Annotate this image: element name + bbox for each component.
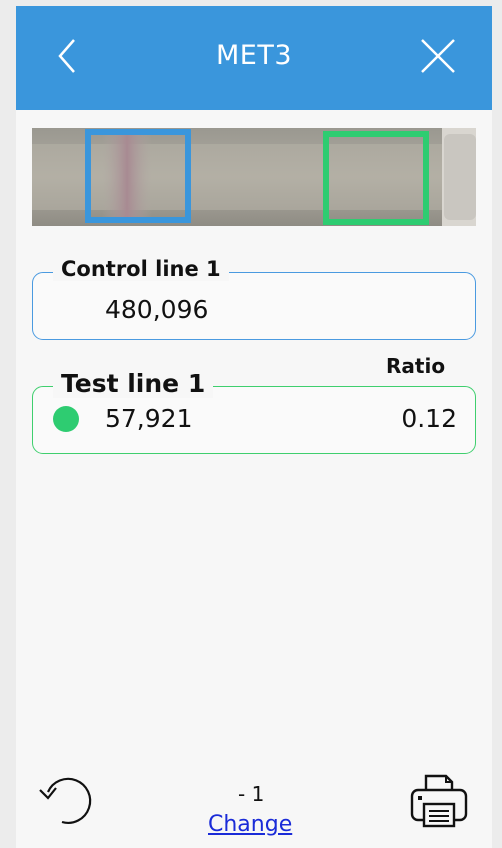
control-line-value: 480,096 [105,295,209,324]
refresh-icon [39,777,92,824]
status-dot-icon [53,406,79,432]
close-button[interactable] [418,36,458,76]
close-icon [421,39,455,73]
control-line-field: Control line 1 480,096 [32,257,476,340]
printer-icon [410,774,468,828]
change-link[interactable]: Change [208,812,292,837]
refresh-button[interactable] [36,768,98,830]
ratio-value: 0.12 [401,404,457,433]
header-bar: MET3 [16,6,492,110]
control-line-label: Control line 1 [53,257,229,281]
app-screen: MET3 Control line 1 480,096 Ratio Test l… [16,6,492,848]
print-button[interactable] [408,770,470,832]
test-line-field: Test line 1 57,921 0.12 [32,369,476,454]
test-strip-image [32,128,476,226]
test-line-value: 57,921 [105,404,193,433]
ratio-header: Ratio [386,354,446,378]
test-line-label: Test line 1 [53,369,214,398]
page-number: - 1 [238,782,265,806]
